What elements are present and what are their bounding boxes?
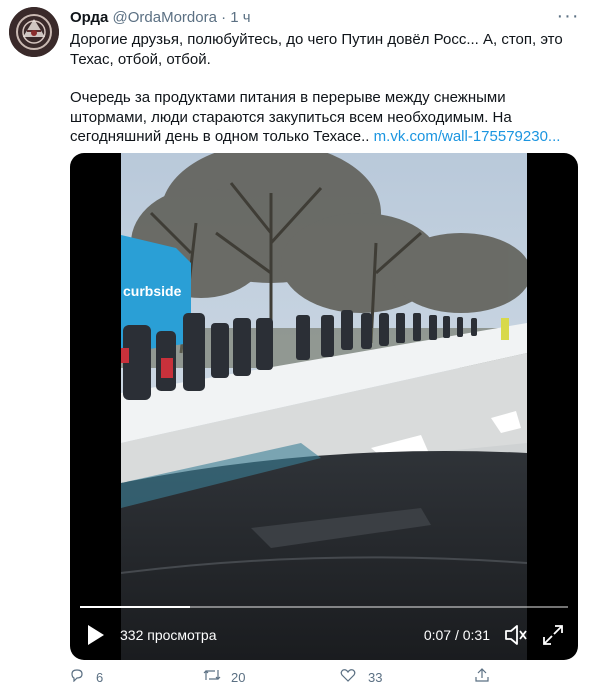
display-name[interactable]: Орда [70, 9, 108, 26]
tweet-text-paragraph2: Очередь за продуктами питания в перерыве… [70, 88, 575, 147]
retweet-icon [203, 670, 221, 680]
video-timecode: 0:07 / 0:31 [423, 627, 490, 643]
tweet-text-line1: Дорогие друзья, полюбуйтесь, до чего Пут… [70, 31, 563, 68]
tweet[interactable]: Орда @OrdaMordora · 1 ч ··· Дорогие друз… [0, 0, 594, 685]
more-options-icon[interactable]: ··· [556, 6, 580, 30]
more-options-glyph: ··· [556, 5, 580, 27]
reply-button[interactable]: 6 [70, 668, 103, 685]
tweet-link[interactable]: m.vk.com/wall-175579230... [374, 128, 561, 145]
video-controls: 332 просмотра 0:07 / 0:31 [70, 600, 578, 660]
video-player[interactable]: curbside 332 просмотра 0:07 / 0:31 [70, 153, 578, 660]
video-progress-fill [80, 606, 191, 608]
view-count: 332 просмотра [120, 627, 217, 643]
separator-dot: · [221, 9, 227, 26]
share-icon [475, 668, 489, 682]
fullscreen-icon[interactable] [542, 624, 564, 646]
like-button[interactable]: 33 [340, 668, 382, 685]
heart-icon [340, 669, 356, 682]
user-handle[interactable]: @OrdaMordora [113, 9, 217, 26]
play-icon[interactable] [86, 624, 106, 646]
avatar[interactable] [9, 7, 59, 57]
reply-count: 6 [96, 670, 104, 685]
retweet-button[interactable]: 20 [203, 668, 245, 685]
reply-icon [71, 669, 83, 683]
tweet-header: Орда @OrdaMordora · 1 ч [70, 8, 251, 28]
tweet-text: Дорогие друзья, полюбуйтесь, до чего Пут… [70, 30, 575, 147]
tweet-actions: 6 20 33 [70, 668, 575, 685]
video-progress-bar[interactable] [80, 606, 568, 608]
truck-sign: curbside [123, 283, 182, 299]
timestamp[interactable]: 1 ч [230, 9, 250, 26]
retweet-count: 20 [231, 670, 246, 685]
share-button[interactable] [475, 668, 489, 685]
video-frame: curbside [121, 153, 527, 660]
like-count: 33 [368, 670, 383, 685]
volume-muted-icon[interactable] [504, 624, 528, 646]
